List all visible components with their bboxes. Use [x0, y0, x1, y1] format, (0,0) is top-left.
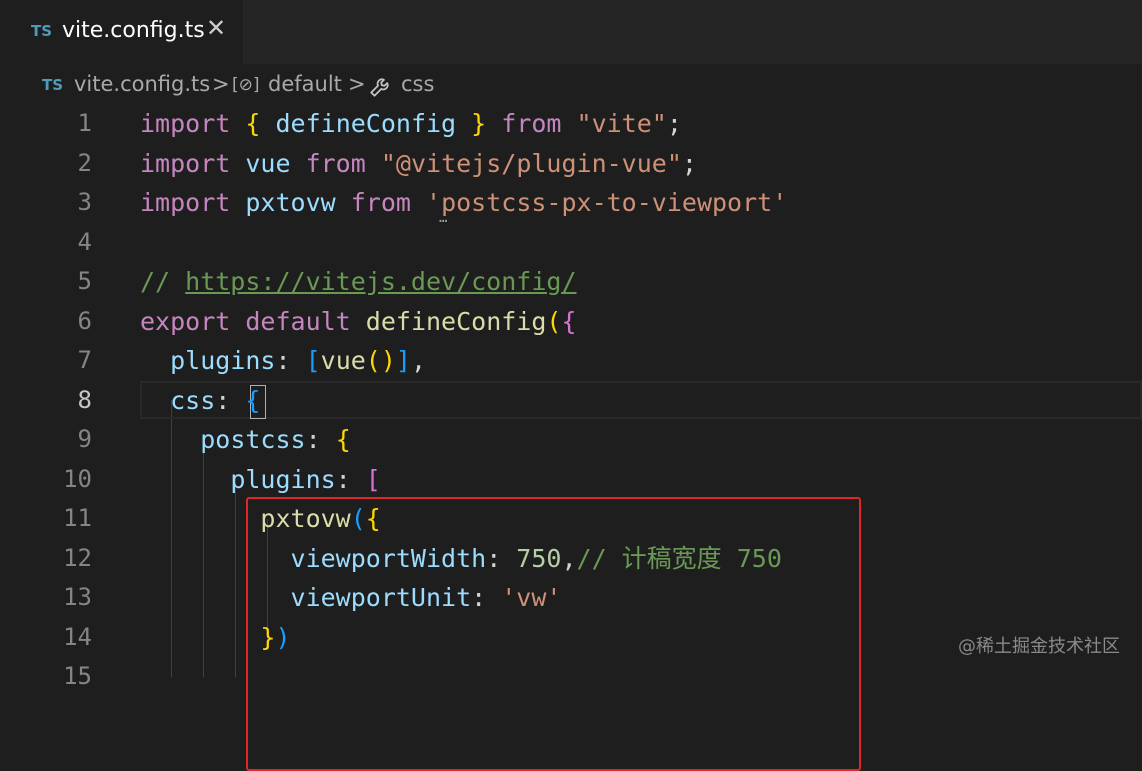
code-line-8: css: { — [170, 385, 261, 415]
line-number: 4 — [77, 227, 92, 256]
line-number-active: 8 — [77, 385, 92, 414]
code-line-5: // https://vitejs.dev/config/ — [140, 267, 577, 296]
line-number: 7 — [77, 346, 92, 374]
code-line-10: plugins: [ — [230, 464, 381, 494]
close-icon[interactable]: ✕ — [206, 14, 226, 42]
code-line-3: import pxtovw from 'postcss-px-to-viewpo… — [140, 188, 788, 217]
annotation-highlight-box — [246, 497, 861, 771]
breadcrumb-property[interactable]: css — [401, 72, 434, 96]
chevron-right-icon: > — [212, 72, 230, 96]
line-number: 5 — [77, 267, 92, 295]
tab-label: vite.config.ts — [62, 18, 205, 43]
typescript-icon: TS — [31, 22, 53, 40]
line-number: 3 — [77, 188, 92, 216]
code-line-7: plugins: [vue()], — [170, 346, 427, 375]
breadcrumb-file[interactable]: vite.config.ts — [74, 72, 210, 96]
line-number: 9 — [77, 425, 92, 453]
code-line-2: import vue from "@vitejs/plugin-vue"; — [140, 148, 697, 178]
code-editor[interactable]: 1 2 3 4 5 6 7 8 9 10 11 12 13 14 15 impo… — [0, 104, 1142, 771]
line-number: 14 — [63, 622, 92, 651]
breadcrumb: TS vite.config.ts > [⊘] default > css — [0, 64, 1142, 104]
code-line-6: export default defineConfig({ — [140, 306, 577, 336]
wrench-icon — [368, 73, 394, 104]
symbol-variable-icon: [⊘] — [232, 75, 260, 95]
line-number: 6 — [77, 306, 92, 335]
chevron-right-icon: > — [348, 72, 366, 96]
comment-link[interactable]: https://vitejs.dev/config/ — [185, 267, 576, 296]
quick-fix-dots[interactable]: … — [439, 210, 447, 226]
line-number: 11 — [63, 504, 92, 532]
line-number: 1 — [77, 109, 92, 137]
code-line-1: import { defineConfig } from "vite"; — [140, 109, 682, 138]
line-number: 2 — [77, 148, 92, 177]
tab-vite-config[interactable]: TS vite.config.ts ✕ — [0, 0, 243, 64]
line-number: 10 — [63, 464, 92, 493]
code-line-9: postcss: { — [200, 425, 351, 454]
typescript-icon: TS — [42, 76, 64, 94]
tab-bar: TS vite.config.ts ✕ — [0, 0, 1142, 64]
watermark: @稀土掘金技术社区 — [958, 636, 1120, 657]
line-number: 13 — [63, 583, 92, 611]
current-line-highlight — [140, 381, 1142, 419]
line-number: 12 — [63, 543, 92, 572]
breadcrumb-symbol[interactable]: default — [268, 72, 342, 96]
